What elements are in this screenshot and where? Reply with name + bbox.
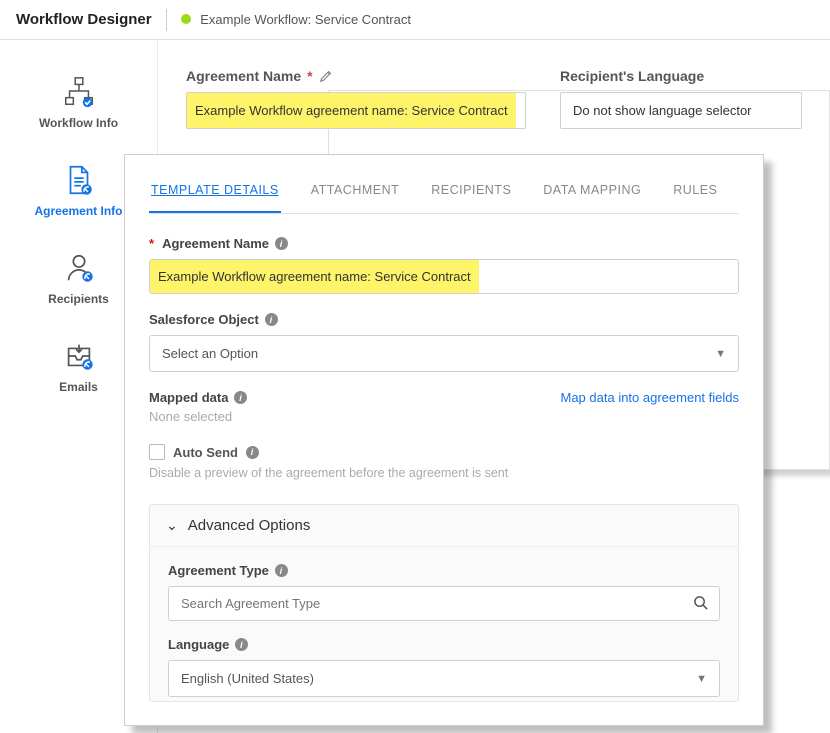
- map-data-link[interactable]: Map data into agreement fields: [561, 390, 740, 405]
- sitemap-icon: [61, 74, 97, 110]
- agreement-type-search[interactable]: [168, 586, 720, 621]
- person-icon: [61, 250, 97, 286]
- agreement-name-input[interactable]: [186, 92, 526, 129]
- sidebar-item-workflow-info[interactable]: Workflow Info: [0, 60, 157, 148]
- salesforce-object-label: Salesforce Object i: [149, 312, 739, 327]
- tab-attachment[interactable]: ATTACHMENT: [309, 175, 402, 213]
- info-icon[interactable]: i: [235, 638, 248, 651]
- sidebar-item-label: Emails: [59, 380, 98, 394]
- vertical-separator: [166, 9, 167, 31]
- sidebar-item-label: Workflow Info: [39, 116, 118, 130]
- salesforce-object-select[interactable]: Select an Option ▼: [149, 335, 739, 372]
- pencil-icon[interactable]: [319, 69, 333, 83]
- recipient-language-label: Recipient's Language: [560, 68, 802, 84]
- required-marker: *: [307, 68, 312, 84]
- required-marker: *: [149, 236, 154, 251]
- status-dot-icon: [181, 14, 191, 24]
- info-icon[interactable]: i: [265, 313, 278, 326]
- workflow-status: Example Workflow: Service Contract: [181, 12, 411, 27]
- template-modal: DF ement o sending TEMPLATE DETAILS ATTA…: [124, 154, 764, 726]
- modal-agreement-name-input[interactable]: [149, 259, 739, 294]
- modal-agreement-name-label: * Agreement Name i: [149, 236, 739, 251]
- info-icon[interactable]: i: [246, 446, 259, 459]
- sidebar-item-label: Recipients: [48, 292, 109, 306]
- mapped-data-none: None selected: [149, 409, 739, 424]
- topbar: Workflow Designer Example Workflow: Serv…: [0, 0, 830, 40]
- info-icon[interactable]: i: [275, 237, 288, 250]
- inbox-icon: [61, 338, 97, 374]
- info-icon[interactable]: i: [234, 391, 247, 404]
- mapped-data-label: Mapped data i: [149, 390, 247, 405]
- auto-send-checkbox[interactable]: [149, 444, 165, 460]
- document-icon: [61, 162, 97, 198]
- caret-down-icon: ▼: [715, 348, 726, 360]
- tab-data-mapping[interactable]: DATA MAPPING: [541, 175, 643, 213]
- language-select[interactable]: English (United States) ▼: [168, 660, 720, 697]
- search-icon: [693, 595, 708, 613]
- modal-tabs: TEMPLATE DETAILS ATTACHMENT RECIPIENTS D…: [149, 175, 739, 214]
- auto-send-label: Auto Send: [173, 445, 238, 460]
- advanced-options-panel: ⌄ Advanced Options Agreement Type i Lang…: [149, 504, 739, 702]
- workflow-name: Example Workflow: Service Contract: [200, 12, 411, 27]
- agreement-name-label: Agreement Name*: [186, 68, 526, 84]
- tab-template-details[interactable]: TEMPLATE DETAILS: [149, 175, 281, 213]
- language-label: Language i: [168, 637, 720, 652]
- recipient-language-select[interactable]: [560, 92, 802, 129]
- chevron-down-icon: ⌄: [166, 517, 178, 534]
- agreement-type-label: Agreement Type i: [168, 563, 720, 578]
- tab-recipients[interactable]: RECIPIENTS: [429, 175, 513, 213]
- sidebar-item-label: Agreement Info: [34, 204, 122, 218]
- app-title: Workflow Designer: [16, 11, 152, 28]
- auto-send-help: Disable a preview of the agreement befor…: [149, 466, 739, 480]
- info-icon[interactable]: i: [275, 564, 288, 577]
- advanced-options-toggle[interactable]: ⌄ Advanced Options: [150, 505, 738, 547]
- caret-down-icon: ▼: [696, 673, 707, 685]
- tab-rules[interactable]: RULES: [671, 175, 719, 213]
